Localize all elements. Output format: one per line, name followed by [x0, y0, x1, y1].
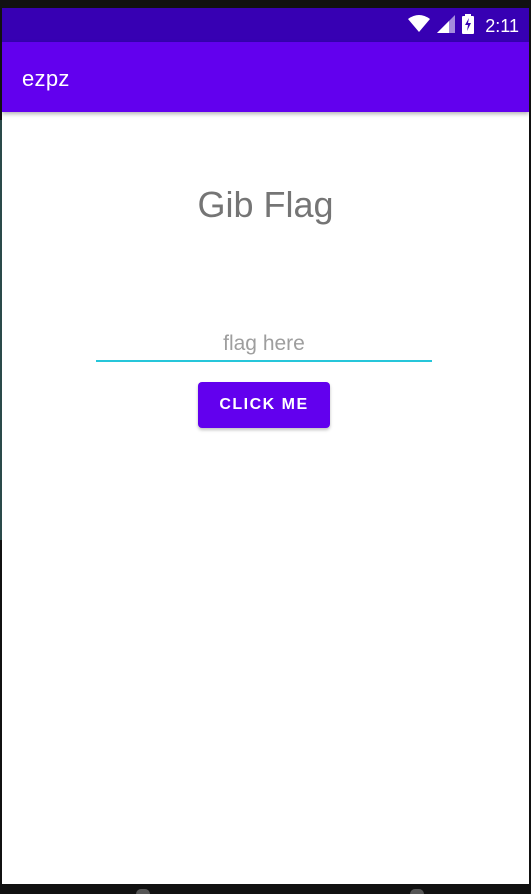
status-time: 2:11: [485, 15, 519, 36]
flag-input[interactable]: [96, 328, 432, 362]
wifi-icon: [408, 14, 431, 38]
status-icons: 2:11: [408, 13, 519, 39]
click-me-button[interactable]: CLICK ME: [198, 382, 330, 428]
app-bar: ezpz: [2, 42, 529, 112]
page-heading: Gib Flag: [197, 184, 334, 225]
app-screen: 2:11 ezpz Gib Flag CLICK ME: [2, 8, 529, 884]
battery-charging-icon: [462, 13, 475, 39]
nav-back-icon[interactable]: [136, 889, 150, 894]
device-frame: 2:11 ezpz Gib Flag CLICK ME: [0, 0, 531, 894]
nav-recents-icon[interactable]: [410, 889, 424, 894]
status-bar: 2:11: [2, 8, 529, 42]
app-title: ezpz: [22, 66, 70, 91]
cell-signal-icon: [437, 14, 456, 38]
navigation-strip: [0, 884, 531, 894]
